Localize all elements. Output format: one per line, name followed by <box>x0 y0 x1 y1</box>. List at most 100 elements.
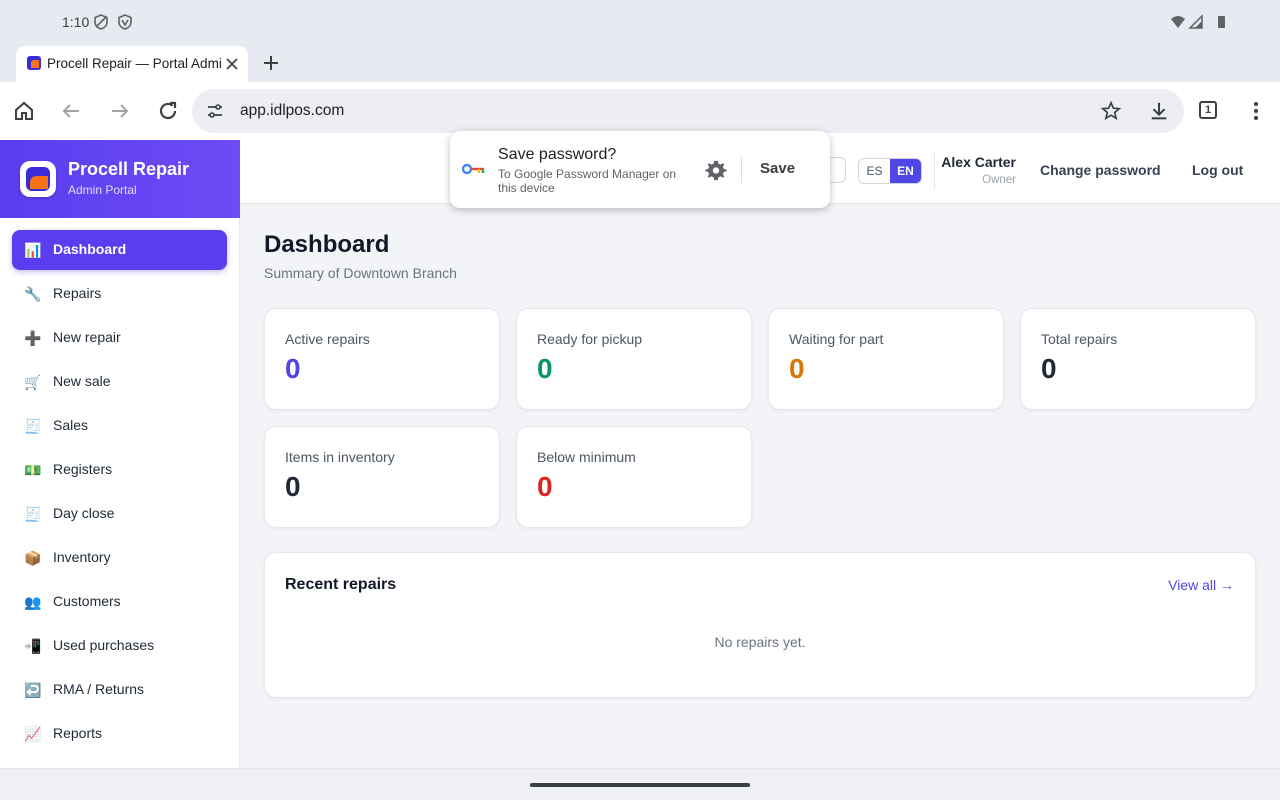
logout-link[interactable]: Log out <box>1192 162 1243 178</box>
lang-option-es[interactable]: ES <box>859 159 890 183</box>
brand-header[interactable]: Procell Repair Admin Portal <box>0 140 240 218</box>
empty-state-text: No repairs yet. <box>714 634 806 650</box>
sidebar-item-dashboard[interactable]: 📊 Dashboard <box>12 230 227 270</box>
cart-icon: 🛒 <box>24 374 42 390</box>
view-all-link[interactable]: View all → <box>1168 577 1234 593</box>
phone-arrow-icon: 📲 <box>24 638 42 654</box>
stat-label: Below minimum <box>537 449 636 465</box>
sidebar-item-label: Customers <box>53 593 121 609</box>
package-icon: 📦 <box>24 550 42 566</box>
sidebar-item-rma-returns[interactable]: ↩️ RMA / Returns <box>12 670 227 710</box>
users-icon: 👥 <box>24 594 42 610</box>
system-nav-bar <box>0 768 1280 800</box>
wifi-icon <box>1171 16 1185 28</box>
recent-repairs-title: Recent repairs <box>285 576 397 593</box>
sidebar-item-label: Registers <box>53 461 113 477</box>
chart-icon: 📊 <box>24 242 42 258</box>
sidebar-item-new-repair[interactable]: ➕ New repair <box>12 318 227 358</box>
sidebar-item-label: Dashboard <box>53 241 127 257</box>
popup-divider <box>741 157 742 183</box>
sidebar-item-repairs[interactable]: 🔧 Repairs <box>12 274 227 314</box>
sidebar-item-label: New sale <box>53 373 111 389</box>
stat-label: Ready for pickup <box>537 331 643 347</box>
sidebar-item-label: Inventory <box>53 549 111 565</box>
sidebar-item-registers[interactable]: 💵 Registers <box>12 450 227 490</box>
sidebar-item-label: Day close <box>53 505 115 521</box>
stat-card-below-minimum[interactable]: Below minimum 0 <box>516 426 752 528</box>
tab-switcher-button[interactable]: 1 <box>1199 101 1217 119</box>
receipt-icon: 🧾 <box>24 418 42 434</box>
bookmark-star-icon[interactable] <box>1100 100 1122 122</box>
brand-subtitle: Admin Portal <box>68 183 137 197</box>
forward-icon[interactable] <box>108 99 132 123</box>
stat-card-waiting-for-part[interactable]: Waiting for part 0 <box>768 308 1004 410</box>
save-password-subtitle: To Google Password Manager on this devic… <box>498 167 677 195</box>
stat-card-items-in-inventory[interactable]: Items in inventory 0 <box>264 426 500 528</box>
sidebar-item-label: Used purchases <box>53 637 155 653</box>
lang-option-en[interactable]: EN <box>890 159 921 183</box>
shield-icon <box>94 14 108 30</box>
new-tab-icon[interactable] <box>260 52 282 74</box>
stat-label: Active repairs <box>285 331 370 347</box>
stat-value: 0 <box>1041 353 1057 384</box>
sidebar-item-used-purchases[interactable]: 📲 Used purchases <box>12 626 227 666</box>
vpn-icon <box>118 14 132 30</box>
signal-icon <box>1188 14 1203 29</box>
stat-card-active-repairs[interactable]: Active repairs 0 <box>264 308 500 410</box>
change-password-link[interactable]: Change password <box>1040 162 1161 178</box>
home-icon[interactable] <box>12 99 36 123</box>
url-text: app.idlpos.com <box>240 102 345 119</box>
sidebar: Procell Repair Admin Portal 📊 Dashboard 🔧… <box>0 140 240 768</box>
key-icon <box>462 163 485 175</box>
sidebar-item-reports[interactable]: 📈 Reports <box>12 714 227 754</box>
close-tab-icon[interactable] <box>222 54 242 74</box>
back-icon[interactable] <box>59 99 83 123</box>
brand-name: Procell Repair <box>68 159 190 179</box>
battery-icon <box>1218 16 1225 28</box>
user-name: Alex Carter <box>941 154 1016 170</box>
sidebar-item-new-sale[interactable]: 🛒 New sale <box>12 362 227 402</box>
wrench-icon: 🔧 <box>24 286 42 302</box>
sidebar-item-customers[interactable]: 👥 Customers <box>12 582 227 622</box>
recent-repairs-panel: Recent repairs View all → No repairs yet… <box>264 552 1256 698</box>
browser-tab[interactable]: Procell Repair — Portal Admin <box>16 46 248 82</box>
stat-card-total-repairs[interactable]: Total repairs 0 <box>1020 308 1256 410</box>
download-icon[interactable] <box>1148 100 1170 122</box>
stat-label: Items in inventory <box>285 449 395 465</box>
save-password-title: Save password? <box>498 146 617 163</box>
receipt-icon: 🧾 <box>24 506 42 522</box>
status-bar: 1:10 <box>0 0 1280 44</box>
sidebar-nav: 📊 Dashboard 🔧 Repairs ➕ New repair 🛒 New sal… <box>12 230 227 758</box>
stat-value: 0 <box>537 471 553 502</box>
sidebar-item-label: Repairs <box>53 285 102 301</box>
site-info-icon[interactable] <box>206 102 224 120</box>
header-divider <box>934 152 935 190</box>
language-toggle: ES EN <box>858 158 922 184</box>
sidebar-item-label: New repair <box>53 329 121 345</box>
stat-value: 0 <box>537 353 553 384</box>
reload-icon[interactable] <box>156 99 180 123</box>
address-bar[interactable]: app.idlpos.com <box>192 89 1184 133</box>
status-time: 1:10 <box>62 14 90 30</box>
save-password-button[interactable]: Save <box>760 160 795 177</box>
tab-title: Procell Repair — Portal Admin <box>47 56 222 71</box>
sidebar-item-inventory[interactable]: 📦 Inventory <box>12 538 227 578</box>
page-title: Dashboard <box>264 231 390 258</box>
stat-value: 0 <box>789 353 805 384</box>
gear-icon[interactable] <box>705 159 727 181</box>
plus-icon: ➕ <box>24 330 42 346</box>
gesture-handle[interactable] <box>530 783 750 787</box>
favicon-icon <box>27 56 41 70</box>
user-role: Owner <box>982 174 1016 186</box>
sidebar-item-day-close[interactable]: 🧾 Day close <box>12 494 227 534</box>
save-password-popup: Save password? To Google Password Manage… <box>450 131 830 208</box>
page-subtitle: Summary of Downtown Branch <box>264 265 457 281</box>
stat-label: Waiting for part <box>789 331 884 347</box>
stat-card-ready-for-pickup[interactable]: Ready for pickup 0 <box>516 308 752 410</box>
tab-strip: Procell Repair — Portal Admin <box>0 44 1280 82</box>
more-menu-icon[interactable] <box>1244 99 1268 123</box>
stat-label: Total repairs <box>1041 331 1118 347</box>
stat-value: 0 <box>285 471 301 502</box>
sidebar-item-sales[interactable]: 🧾 Sales <box>12 406 227 446</box>
brand-logo-icon <box>20 161 56 197</box>
